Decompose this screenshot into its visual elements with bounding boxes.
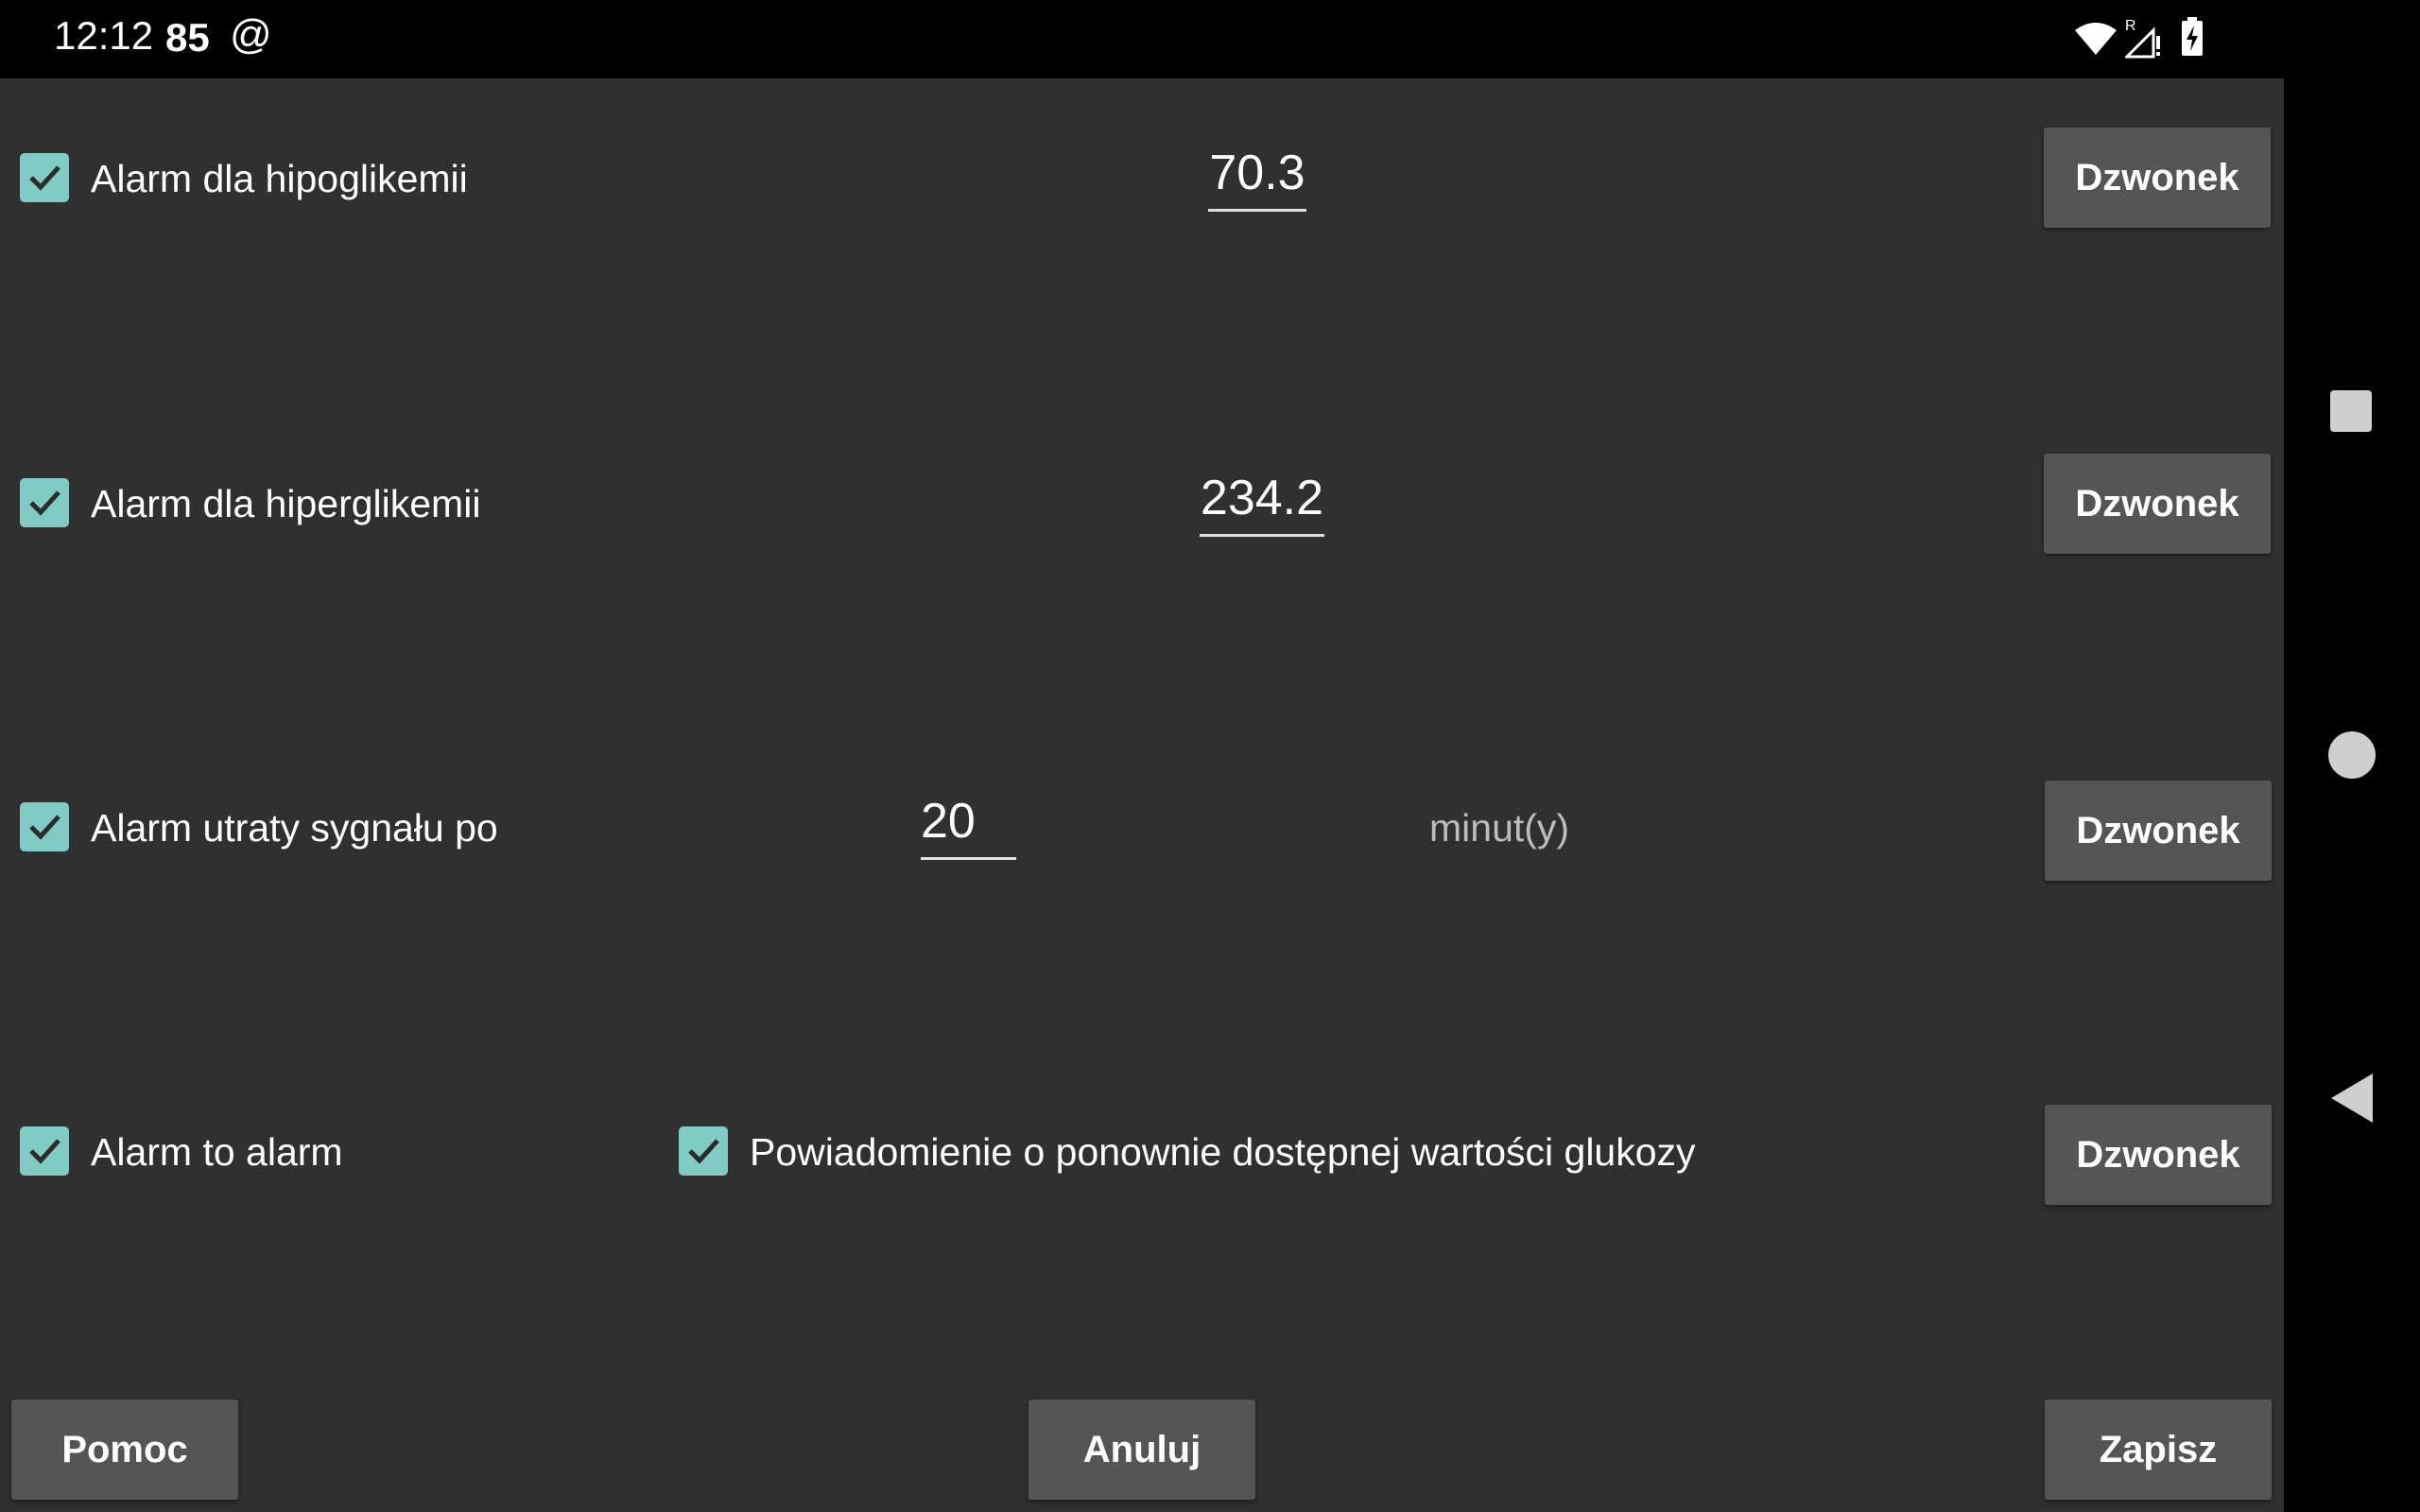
glucose-available-label: Powiadomienie o ponownie dostępnej warto… [750, 1130, 1696, 1174]
glucose-available-ringtone-button[interactable]: Dzwonek [2045, 1105, 2272, 1205]
svg-text:R: R [2125, 18, 2136, 34]
signal-loss-alarm-row: Alarm utraty sygnału po 20 minut(y) Dzwo… [0, 778, 2284, 882]
hyper-threshold-input[interactable]: 234.2 [1200, 470, 1324, 537]
glucose-available-checkbox[interactable] [679, 1126, 728, 1176]
status-time: 12:12 [54, 13, 154, 58]
hyper-ringtone-button[interactable]: Dzwonek [2044, 454, 2271, 554]
help-button[interactable]: Pomoc [11, 1400, 238, 1500]
hypo-alarm-row: Alarm dla hipoglikemii 70.3 Dzwonek [0, 126, 2284, 230]
hyper-alarm-label: Alarm dla hiperglikemii [91, 482, 481, 525]
home-icon[interactable] [2327, 730, 2377, 784]
navigation-bar [2284, 0, 2420, 1512]
signal-loss-ringtone-button[interactable]: Dzwonek [2045, 781, 2272, 881]
hyper-alarm-checkbox[interactable] [20, 478, 69, 527]
check-icon [29, 490, 60, 516]
signal-loss-minutes-input[interactable]: 20 [921, 793, 1016, 860]
check-icon [29, 165, 60, 191]
signal-loss-label: Alarm utraty sygnału po [91, 806, 498, 850]
back-icon[interactable] [2329, 1072, 2375, 1129]
alarm-to-alarm-label: Alarm to alarm [91, 1130, 343, 1174]
hypo-alarm-checkbox[interactable] [20, 153, 69, 202]
signal-loss-unit: minut(y) [1429, 806, 1570, 850]
save-button[interactable]: Zapisz [2045, 1400, 2272, 1500]
hypo-ringtone-button[interactable]: Dzwonek [2044, 128, 2271, 228]
misc-alarm-row: Alarm to alarm Powiadomienie o ponownie … [0, 1102, 2284, 1206]
status-bar: 12:12 85 @ R [0, 0, 2284, 78]
alarm-settings-panel: Alarm dla hipoglikemii 70.3 Dzwonek Alar… [0, 78, 2284, 1512]
hyper-alarm-row: Alarm dla hiperglikemii 234.2 Dzwonek [0, 454, 2284, 558]
notification-number: 85 [165, 15, 210, 60]
signal-loss-checkbox[interactable] [20, 802, 69, 851]
hypo-alarm-label: Alarm dla hipoglikemii [91, 157, 468, 200]
check-icon [29, 815, 60, 840]
cancel-button[interactable]: Anuluj [1028, 1400, 1255, 1500]
roaming-no-signal-icon: R [2123, 17, 2163, 63]
notification-at-icon: @ [230, 11, 272, 58]
wifi-icon [2074, 21, 2118, 61]
alarm-to-alarm-checkbox[interactable] [20, 1126, 69, 1176]
battery-charging-icon [2180, 17, 2204, 61]
hypo-threshold-input[interactable]: 70.3 [1208, 145, 1306, 212]
screen: 12:12 85 @ R Alarm dla hipoglikemii 70.3… [0, 0, 2420, 1512]
check-icon [688, 1139, 719, 1164]
check-icon [29, 1139, 60, 1164]
recents-icon[interactable] [2329, 389, 2373, 438]
